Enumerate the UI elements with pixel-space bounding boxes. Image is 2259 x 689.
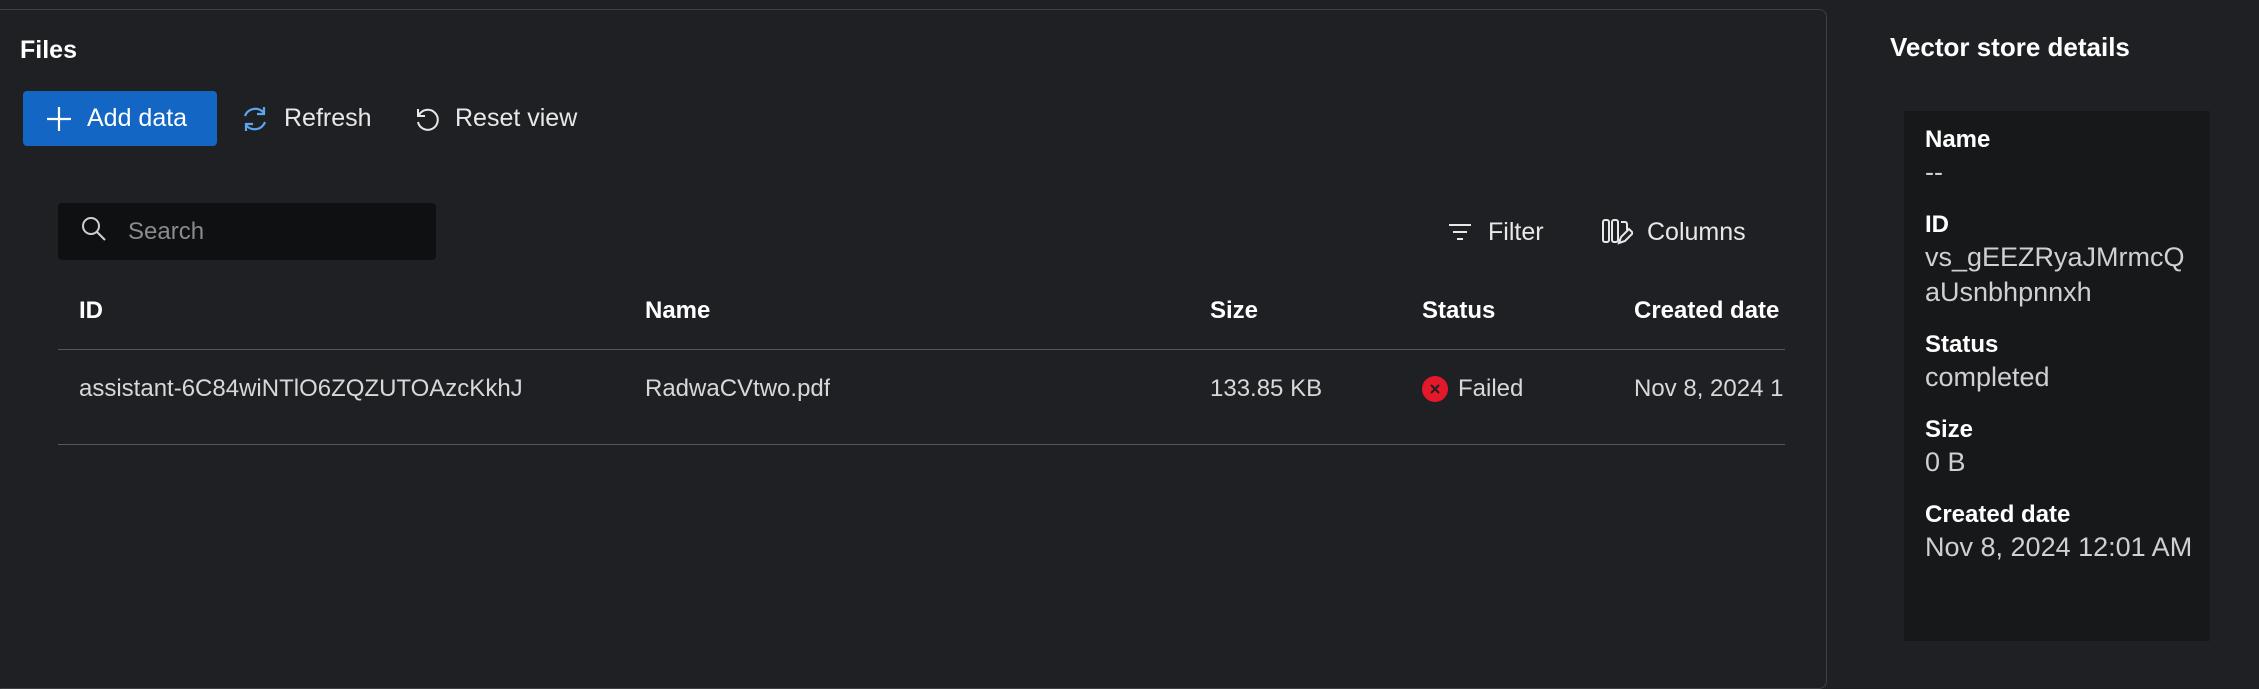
details-title: Vector store details xyxy=(1890,32,2130,62)
detail-value-size: 0 B xyxy=(1925,447,1966,477)
detail-value-id: vs_gEEZRyaJMrmcQaUsnbhpnnxh xyxy=(1925,242,2185,307)
reset-view-label: Reset view xyxy=(455,104,578,132)
column-header-status[interactable]: Status xyxy=(1422,297,1495,325)
columns-edit-icon xyxy=(1601,216,1633,248)
refresh-label: Refresh xyxy=(284,104,372,132)
search-icon xyxy=(80,215,108,248)
detail-value-name: -- xyxy=(1925,157,1943,187)
columns-button[interactable]: Columns xyxy=(1601,210,1746,254)
detail-label-size: Size xyxy=(1925,416,1974,443)
cell-status: Failed xyxy=(1422,375,1523,403)
detail-label-created-date: Created date xyxy=(1925,501,2071,528)
row-divider xyxy=(58,444,1785,445)
filter-icon xyxy=(1446,218,1474,246)
reset-view-button[interactable]: Reset view xyxy=(413,91,577,146)
detail-label-name: Name xyxy=(1925,126,1991,153)
cell-size: 133.85 KB xyxy=(1210,375,1323,402)
column-header-created-date[interactable]: Created date xyxy=(1634,297,1779,325)
add-data-button[interactable]: Add data xyxy=(23,91,217,146)
detail-label-status: Status xyxy=(1925,331,1999,358)
refresh-icon xyxy=(240,104,270,134)
columns-label: Columns xyxy=(1647,217,1746,246)
detail-value-status: completed xyxy=(1925,362,2050,392)
undo-icon xyxy=(413,105,441,133)
files-title: Files xyxy=(20,36,77,64)
filter-button[interactable]: Filter xyxy=(1446,210,1544,254)
plus-icon xyxy=(45,105,73,133)
add-data-label: Add data xyxy=(87,104,188,132)
filter-label: Filter xyxy=(1488,217,1544,246)
refresh-button[interactable]: Refresh xyxy=(240,91,372,146)
cell-created-date: Nov 8, 2024 1 xyxy=(1634,375,1783,402)
error-icon xyxy=(1422,376,1448,402)
header-divider xyxy=(58,349,1785,350)
cell-name[interactable]: RadwaCVtwo.pdf xyxy=(645,375,830,403)
column-header-size[interactable]: Size xyxy=(1210,297,1258,325)
cell-id[interactable]: assistant-6C84wiNTlO6ZQZUTOAzcKkhJ xyxy=(79,375,523,403)
detail-value-created-date: Nov 8, 2024 12:01 AM xyxy=(1925,532,2193,562)
details-card: Name -- ID vs_gEEZRyaJMrmcQaUsnbhpnnxh S… xyxy=(1904,111,2210,641)
column-header-name[interactable]: Name xyxy=(645,297,710,325)
search-input[interactable] xyxy=(126,216,426,247)
status-text: Failed xyxy=(1458,375,1524,402)
detail-label-id: ID xyxy=(1925,211,1949,238)
search-box[interactable] xyxy=(58,203,436,260)
column-header-id[interactable]: ID xyxy=(79,297,103,325)
